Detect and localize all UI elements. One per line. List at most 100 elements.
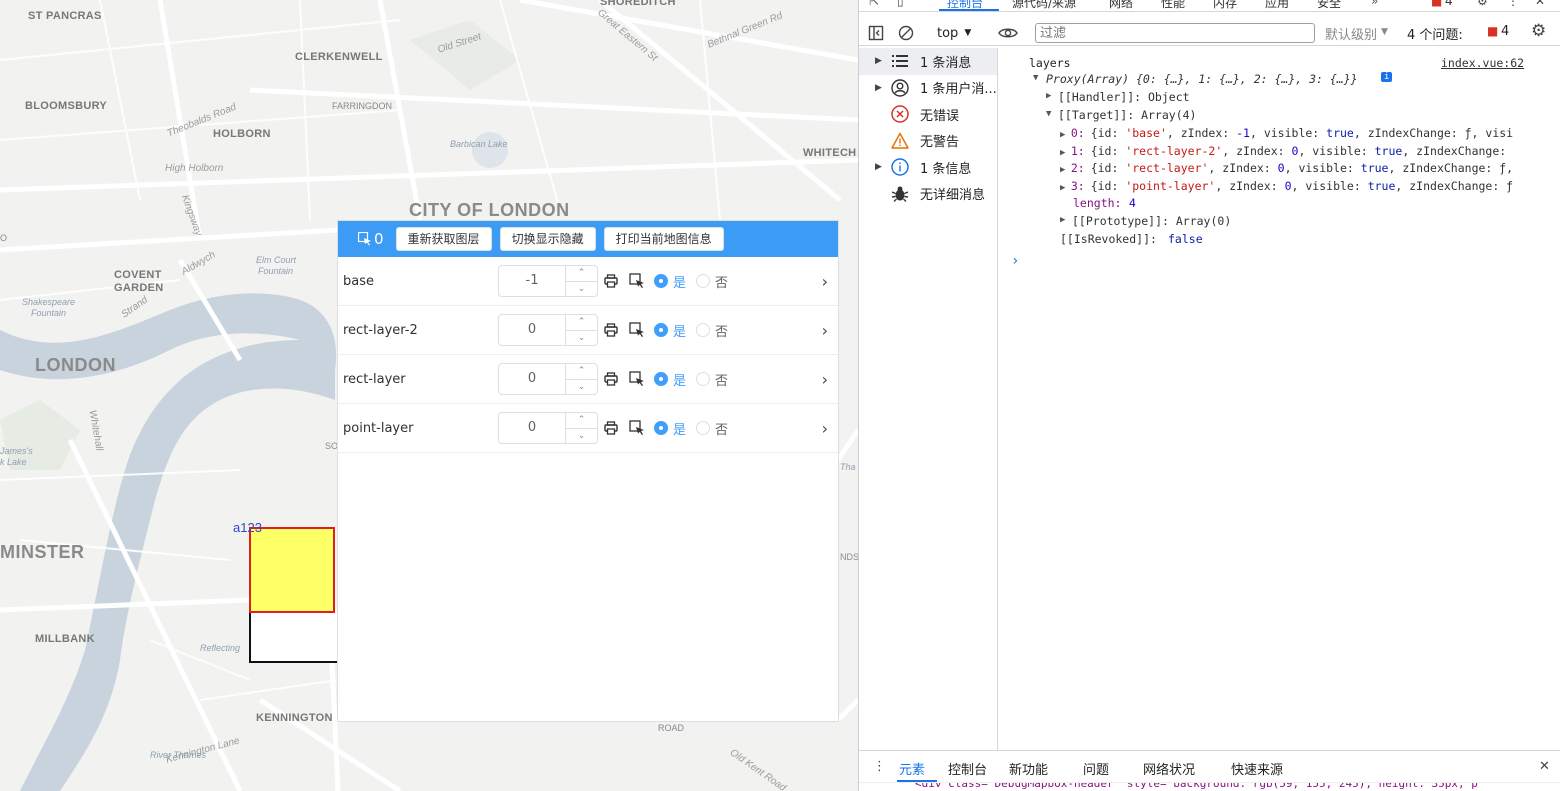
print-layer-icon[interactable] [603,420,619,436]
sidebar-item-messages[interactable]: ▶ 1 条消息 [859,48,997,75]
zindex-decrease-button[interactable]: ⌄ [566,380,597,395]
zindex-stepper[interactable]: 0 ⌃ ⌄ [498,412,598,444]
clear-console-icon[interactable] [898,25,914,41]
refresh-layers-button[interactable]: 重新获取图层 [395,227,492,251]
visible-yes-radio[interactable]: 是 [654,321,686,340]
print-layer-icon[interactable] [603,273,619,289]
visible-yes-radio[interactable]: 是 [654,370,686,389]
zindex-increase-button[interactable]: ⌃ [566,266,597,282]
pick-feature-toggle[interactable]: 0 [358,230,384,248]
error-badge-icon[interactable]: ■ [1431,0,1442,8]
print-layer-icon[interactable] [603,371,619,387]
cursor-select-icon[interactable] [629,273,645,289]
zindex-increase-button[interactable]: ⌃ [566,364,597,380]
tab-sources[interactable]: 源代码/来源 [1012,0,1076,11]
chevron-right-icon[interactable]: › [822,419,828,438]
zindex-value[interactable]: 0 [499,413,565,443]
zindex-stepper[interactable]: 0 ⌃ ⌄ [498,363,598,395]
info-badge-icon[interactable]: i [1381,72,1393,82]
tab-application[interactable]: 应用 [1265,0,1289,11]
console-prompt-icon[interactable]: › [1011,253,1019,269]
chevron-right-icon[interactable]: › [822,321,828,340]
tab-security[interactable]: 安全 [1317,0,1341,11]
radio-dot [696,274,710,288]
cursor-select-icon[interactable] [629,420,645,436]
collapse-arrow-icon[interactable]: ▼ [1033,73,1038,83]
sidebar-item-info[interactable]: ▶ 1 条信息 [859,154,997,181]
drawer-menu-icon[interactable]: ⋮ [873,759,886,774]
sidebar-toggle-icon[interactable] [868,25,884,41]
zindex-increase-button[interactable]: ⌃ [566,413,597,429]
expand-arrow-icon[interactable]: ▶ [1060,215,1065,225]
target-entry[interactable]: [[Target]]: Array(4) [1058,108,1196,122]
drawer-tab-quick-source[interactable]: 快速来源 [1231,759,1283,778]
console-settings-icon[interactable]: ⚙ [1531,21,1546,41]
chevron-right-icon[interactable]: › [822,370,828,389]
drawer-tab-network-conditions[interactable]: 网络状况 [1143,759,1195,778]
context-selector[interactable]: top ▼ [929,23,981,43]
eye-icon[interactable] [998,25,1018,41]
console-array-item[interactable]: ▶ 1: {id: 'rect-layer-2', zIndex: 0, visi… [1060,144,1506,158]
tab-performance[interactable]: 性能 [1161,0,1185,11]
expand-arrow-icon[interactable]: ▶ [1060,165,1071,175]
log-level-selector[interactable]: 默认级别 ▼ [1325,24,1388,43]
chevron-right-icon[interactable]: › [822,272,828,291]
expand-arrow-icon[interactable]: ▶ [875,56,882,66]
device-toggle-icon[interactable]: ▯ [897,0,904,8]
more-tabs-icon[interactable]: » [1371,0,1378,8]
zindex-decrease-button[interactable]: ⌄ [566,331,597,346]
print-map-info-button[interactable]: 打印当前地图信息 [603,227,724,251]
kebab-menu-icon[interactable]: ⋮ [1507,0,1519,8]
console-array-item[interactable]: ▶ 2: {id: 'rect-layer', zIndex: 0, visibl… [1060,161,1513,175]
console-array-item[interactable]: ▶ 0: {id: 'base', zIndex: -1, visible: tr… [1060,126,1513,140]
settings-icon[interactable]: ⚙ [1477,0,1488,8]
console-source-link[interactable]: index.vue:62 [1441,56,1524,70]
proxy-summary[interactable]: Proxy(Array) {0: {…}, 1: {…}, 2: {…}, 3:… [1046,72,1358,86]
expand-arrow-icon[interactable]: ▶ [1046,91,1051,101]
sidebar-item-errors[interactable]: 无错误 [859,101,997,128]
drawer-tab-elements[interactable]: 元素 [899,759,925,778]
zindex-decrease-button[interactable]: ⌄ [566,282,597,297]
cursor-select-icon[interactable] [629,371,645,387]
expand-arrow-icon[interactable]: ▶ [1060,183,1071,193]
sidebar-item-verbose[interactable]: 无详细消息 [859,181,997,208]
tab-memory[interactable]: 内存 [1213,0,1237,11]
collapse-arrow-icon[interactable]: ▼ [1046,109,1051,119]
drawer-tab-whats-new[interactable]: 新功能 [1009,759,1048,778]
console-array-item[interactable]: ▶ 3: {id: 'point-layer', zIndex: 0, visib… [1060,179,1513,193]
sidebar-item-user-messages[interactable]: ▶ 1 条用户消... [859,75,997,102]
tab-network[interactable]: 网络 [1109,0,1133,11]
visible-yes-radio[interactable]: 是 [654,272,686,291]
expand-arrow-icon[interactable]: ▶ [875,162,882,172]
zindex-value[interactable]: 0 [499,364,565,394]
expand-arrow-icon[interactable]: ▶ [1060,130,1071,140]
visible-yes-radio[interactable]: 是 [654,419,686,438]
zindex-value[interactable]: -1 [499,266,565,296]
visible-no-radio[interactable]: 否 [696,321,728,340]
issues-error-icon[interactable]: ■ [1487,24,1498,38]
handler-entry[interactable]: [[Handler]]: Object [1058,90,1190,104]
list-icon [891,52,909,70]
zindex-stepper[interactable]: 0 ⌃ ⌄ [498,314,598,346]
close-drawer-icon[interactable]: ✕ [1539,759,1550,774]
prototype-entry[interactable]: [[Prototype]]: Array(0) [1072,214,1231,228]
visible-no-radio[interactable]: 否 [696,272,728,291]
expand-arrow-icon[interactable]: ▶ [1060,148,1071,158]
visible-no-radio[interactable]: 否 [696,419,728,438]
drawer-tab-issues[interactable]: 问题 [1083,759,1109,778]
drawer-tab-console[interactable]: 控制台 [948,759,987,778]
expand-arrow-icon[interactable]: ▶ [875,83,882,93]
close-devtools-icon[interactable]: ✕ [1535,0,1545,8]
sidebar-item-warnings[interactable]: 无警告 [859,128,997,155]
zindex-value[interactable]: 0 [499,315,565,345]
zindex-increase-button[interactable]: ⌃ [566,315,597,331]
zindex-stepper[interactable]: -1 ⌃ ⌄ [498,265,598,297]
inspect-element-icon[interactable]: ⇱ [869,0,879,8]
toggle-visibility-button[interactable]: 切换显示隐藏 [499,227,596,251]
cursor-select-icon[interactable] [629,322,645,338]
zindex-decrease-button[interactable]: ⌄ [566,429,597,444]
visible-no-radio[interactable]: 否 [696,370,728,389]
print-layer-icon[interactable] [603,322,619,338]
console-filter-input[interactable] [1035,23,1315,43]
issues-label[interactable]: 4 个问题: [1407,24,1463,43]
